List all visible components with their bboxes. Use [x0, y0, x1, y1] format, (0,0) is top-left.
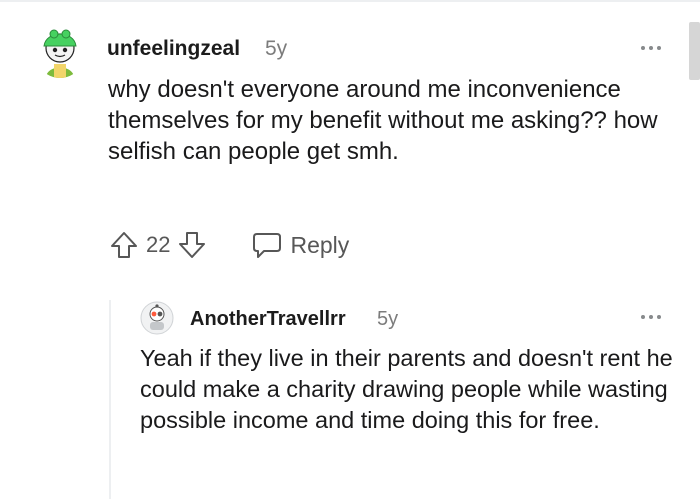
more-options-icon: [641, 315, 645, 319]
comment-age: 5y: [377, 308, 399, 330]
snoo-avatar-icon: [140, 301, 174, 335]
snoo-avatar-icon: [34, 22, 86, 78]
comment-body: Yeah if they live in their parents and d…: [140, 345, 673, 433]
comment-actions: 22 Reply: [108, 229, 349, 261]
comment-username[interactable]: unfeelingzeal: [107, 37, 240, 61]
more-options-button[interactable]: [641, 46, 661, 50]
downvote-icon[interactable]: [176, 229, 208, 261]
avatar[interactable]: [140, 301, 174, 335]
more-options-button[interactable]: [641, 315, 661, 319]
thread-line[interactable]: [109, 300, 111, 499]
comment-username[interactable]: AnotherTravellrr: [190, 308, 346, 331]
scrollbar[interactable]: [689, 22, 700, 80]
reply-button[interactable]: Reply: [252, 231, 349, 259]
vote-count: 22: [146, 232, 171, 257]
reply-bubble-icon: [253, 233, 282, 258]
reply-label: Reply: [290, 231, 350, 258]
upvote-icon[interactable]: [108, 229, 140, 261]
comment-body: why doesn't everyone around me inconveni…: [108, 76, 658, 165]
comment-age: 5y: [265, 37, 288, 60]
avatar[interactable]: [34, 22, 86, 78]
top-divider: [0, 0, 700, 2]
more-options-icon: [641, 46, 645, 50]
